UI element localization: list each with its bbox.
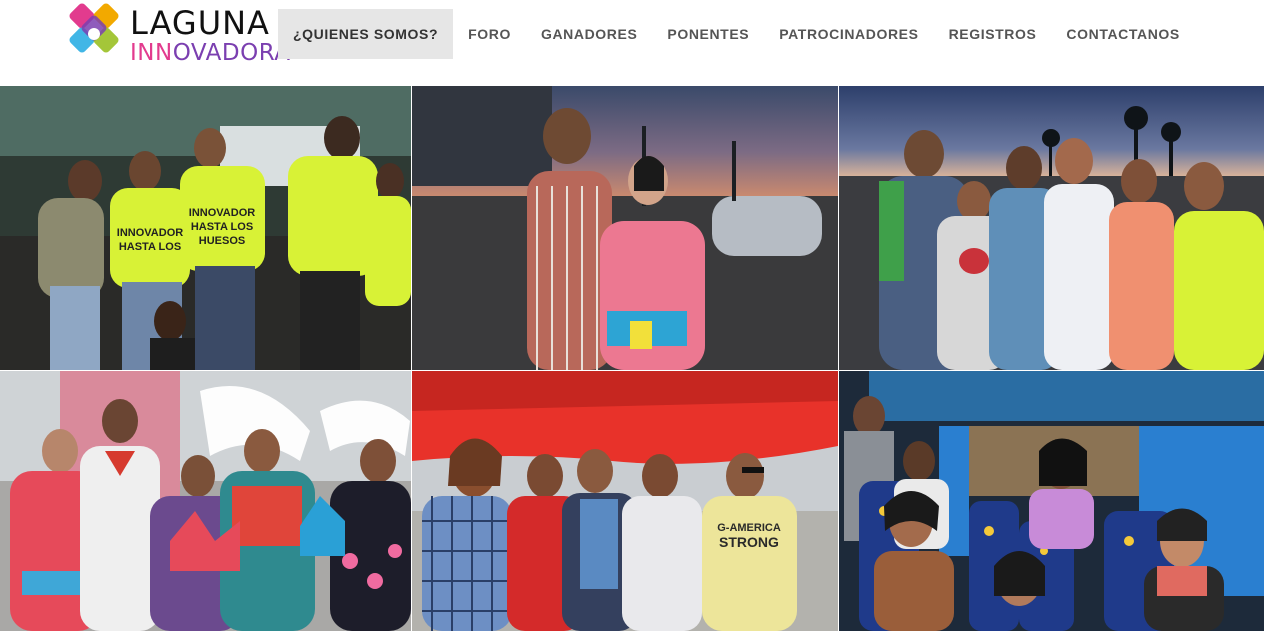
site-logo[interactable]: LAGUNA INNOVADORA [62, 2, 290, 68]
nav-ponentes[interactable]: PONENTES [652, 9, 764, 59]
nav-foro[interactable]: FORO [453, 9, 526, 59]
nav-registros[interactable]: REGISTROS [934, 9, 1052, 59]
shirt-text-hasta-los: HASTA LOS [119, 241, 181, 253]
photo-bus-interior[interactable] [839, 371, 1264, 631]
nav-quienes-somos[interactable]: ¿QUIENES SOMOS? [278, 9, 454, 59]
nav-contactanos[interactable]: CONTACTANOS [1051, 9, 1194, 59]
photo-group-neon-shirts[interactable]: INNOVADOR HASTA LOS INNOVADOR HASTA LOS … [0, 86, 411, 370]
shirt-text-g-america: G-AMERICA [717, 522, 781, 534]
photo-gallery: INNOVADOR HASTA LOS INNOVADOR HASTA LOS … [0, 86, 1264, 631]
shirt-text-strong: STRONG [719, 534, 779, 550]
nav-ganadores[interactable]: GANADORES [526, 9, 652, 59]
shirt-text-hasta-los-2: HASTA LOS [191, 221, 253, 233]
logo-wordmark-bottom: INNOVADORA [130, 40, 291, 66]
logo-inn-text: INN [130, 40, 173, 66]
shirt-text-innovador: INNOVADOR [117, 227, 183, 239]
logo-ovadora-text: OVADORA [172, 40, 291, 66]
main-navigation: ¿QUIENES SOMOS? FORO GANADORES PONENTES … [278, 9, 1195, 59]
logo-wordmark-top: LAGUNA [130, 4, 270, 42]
site-header: LAGUNA INNOVADORA ¿QUIENES SOMOS? FORO G… [0, 0, 1264, 86]
logo-knot-icon [69, 3, 119, 53]
nav-patrocinadores[interactable]: PATROCINADORES [764, 9, 933, 59]
photo-group-dusk-palms[interactable] [839, 86, 1264, 370]
photo-group-red-tent[interactable]: G-AMERICA STRONG [412, 371, 838, 631]
shirt-text-huesos: HUESOS [199, 235, 245, 247]
photo-traditional-dress[interactable] [0, 371, 411, 631]
shirt-text-innovador-2: INNOVADOR [189, 207, 255, 219]
photo-couple-parking-lot[interactable] [412, 86, 838, 370]
